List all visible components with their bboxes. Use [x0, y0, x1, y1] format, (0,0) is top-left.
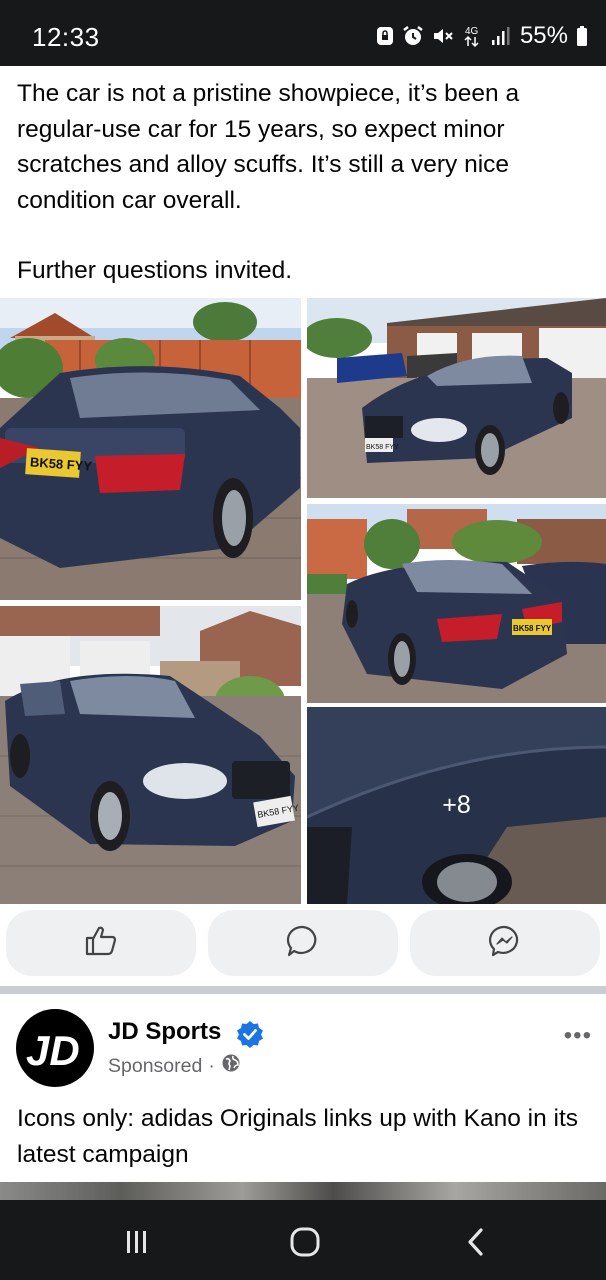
globe-icon [221, 1053, 241, 1079]
car-photo-more[interactable]: +8 [307, 707, 606, 904]
more-options-icon[interactable]: ••• [564, 1022, 592, 1050]
sponsored-label[interactable]: Sponsored [108, 1055, 202, 1078]
home-icon[interactable] [285, 1222, 325, 1262]
like-button[interactable] [6, 910, 196, 976]
car-photo-rear-side[interactable]: BK58 FYY [307, 504, 606, 703]
battery-percentage: 55% [519, 22, 568, 49]
car-photo-front-garages[interactable]: BK58 FYY [307, 298, 606, 498]
mute-icon [432, 26, 454, 46]
license-plate: BK58 FYY [366, 444, 399, 451]
sponsored-line: Sponsored · [108, 1053, 241, 1079]
battery-icon [576, 25, 588, 47]
comment-bubble-icon [286, 924, 320, 963]
jd-logo-text: JD [26, 1027, 80, 1073]
license-plate: BK58 FYY [513, 624, 552, 633]
car-photo-front-side[interactable]: BK58 FYY [0, 606, 301, 904]
ad-text: Icons only: adidas Originals links up wi… [17, 1105, 579, 1168]
status-bar: 12:33 4G 55% [0, 0, 606, 66]
signal-icon [490, 26, 510, 46]
recent-apps-icon[interactable] [116, 1222, 156, 1262]
comment-button[interactable] [208, 910, 398, 976]
post-divider [0, 986, 606, 994]
ad-image-preview[interactable] [0, 1182, 606, 1200]
network-type-label: 4G [465, 26, 479, 37]
post-text: The car is not a pristine showpiece, it’… [17, 76, 592, 289]
post-paragraph: The car is not a pristine showpiece, it’… [17, 80, 520, 214]
separator-dot: · [208, 1054, 215, 1077]
thumbs-up-icon [84, 925, 118, 962]
post-actions [0, 906, 606, 984]
status-icons: 4G 55% [376, 22, 588, 50]
more-photos-count[interactable]: +8 [307, 707, 606, 904]
verified-badge-icon [236, 1020, 264, 1053]
status-time: 12:33 [32, 22, 100, 52]
messenger-icon [488, 924, 522, 963]
screen-lock-icon [376, 26, 394, 46]
jd-sports-avatar[interactable]: JD [16, 1009, 94, 1087]
car-photo-rear[interactable]: BK58 FYY [0, 298, 301, 600]
data-arrows-icon: 4G [462, 24, 482, 48]
back-icon[interactable] [456, 1222, 496, 1262]
navigation-bar [0, 1200, 606, 1280]
send-button[interactable] [410, 910, 600, 976]
alarm-icon [402, 25, 424, 47]
page-name[interactable]: JD Sports [108, 1018, 221, 1046]
post-paragraph: Further questions invited. [17, 257, 293, 284]
